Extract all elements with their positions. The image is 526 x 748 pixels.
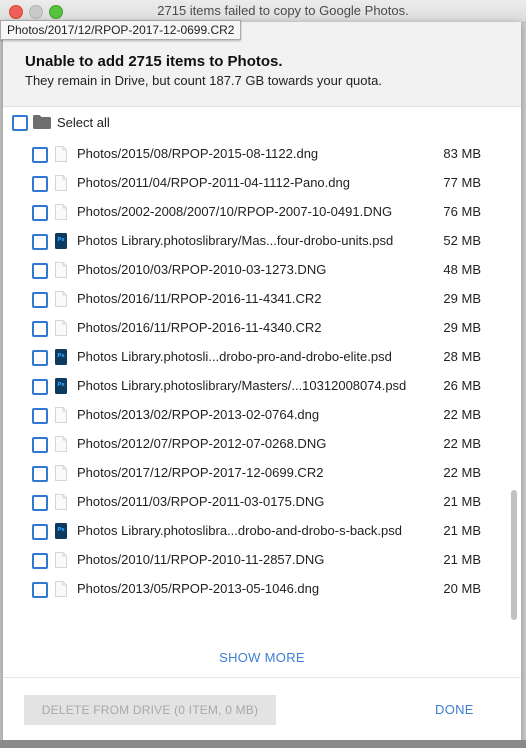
file-name: Photos/2012/07/RPOP-2012-07-0268.DNG bbox=[77, 436, 327, 451]
psd-icon: Ps bbox=[55, 233, 67, 249]
file-row[interactable]: Photos/2015/08/RPOP-2015-08-1122.dng 83 M… bbox=[3, 140, 503, 169]
failed-items-dialog: Unable to add 2715 items to Photos. They… bbox=[3, 22, 521, 746]
file-row[interactable]: Photos/2016/11/RPOP-2016-11-4340.CR2 29 M… bbox=[3, 314, 503, 343]
file-row[interactable]: Photos/2010/03/RPOP-2010-03-1273.DNG 48 M… bbox=[3, 256, 503, 285]
path-tooltip: Photos/2017/12/RPOP-2017-12-0699.CR2 bbox=[0, 20, 242, 40]
svg-text:Ps: Ps bbox=[57, 382, 65, 388]
file-checkbox[interactable] bbox=[32, 437, 48, 453]
file-name: Photos/2017/12/RPOP-2017-12-0699.CR2 bbox=[77, 465, 324, 480]
psd-icon: Ps bbox=[55, 349, 67, 365]
footer-divider bbox=[3, 677, 521, 678]
file-checkbox[interactable] bbox=[32, 234, 48, 250]
psd-icon: Ps bbox=[55, 523, 67, 539]
file-name: Photos/2016/11/RPOP-2016-11-4340.CR2 bbox=[77, 320, 322, 335]
file-row[interactable]: Ps Photos Library.photoslibrary/Masters/.… bbox=[3, 372, 503, 401]
file-name: Photos/2013/02/RPOP-2013-02-0764.dng bbox=[77, 407, 320, 422]
file-name: Photos/2013/05/RPOP-2013-05-1046.dng bbox=[77, 581, 320, 596]
file-icon bbox=[55, 175, 67, 191]
file-checkbox[interactable] bbox=[32, 350, 48, 366]
file-icon bbox=[55, 320, 67, 336]
file-size: 21 MB bbox=[443, 494, 481, 509]
select-all-label: Select all bbox=[57, 115, 110, 130]
file-size: 20 MB bbox=[443, 581, 481, 596]
file-icon bbox=[55, 291, 67, 307]
file-checkbox[interactable] bbox=[32, 263, 48, 279]
file-row[interactable]: Photos/2011/04/RPOP-2011-04-1112-Pano.dn… bbox=[3, 169, 503, 198]
file-icon bbox=[55, 407, 67, 423]
file-size: 29 MB bbox=[443, 291, 481, 306]
file-checkbox[interactable] bbox=[32, 147, 48, 163]
file-name: Photos/2010/11/RPOP-2010-11-2857.DNG bbox=[77, 552, 325, 567]
file-checkbox[interactable] bbox=[32, 524, 48, 540]
psd-icon: Ps bbox=[55, 378, 67, 394]
background-app-strip bbox=[0, 740, 526, 748]
file-row[interactable]: Photos/2013/05/RPOP-2013-05-1046.dng 20 M… bbox=[3, 575, 503, 604]
done-button[interactable]: DONE bbox=[435, 695, 474, 725]
file-icon bbox=[55, 262, 67, 278]
file-size: 21 MB bbox=[443, 523, 481, 538]
file-size: 22 MB bbox=[443, 407, 481, 422]
file-name: Photos/2016/11/RPOP-2016-11-4341.CR2 bbox=[77, 291, 322, 306]
scrollbar-thumb[interactable] bbox=[511, 490, 517, 620]
file-icon bbox=[55, 436, 67, 452]
file-name: Photos Library.photoslibrary/Masters/...… bbox=[77, 378, 407, 393]
file-checkbox[interactable] bbox=[32, 205, 48, 221]
folder-icon bbox=[33, 115, 51, 129]
file-row[interactable]: Photos/2013/02/RPOP-2013-02-0764.dng 22 M… bbox=[3, 401, 503, 430]
file-icon bbox=[55, 146, 67, 162]
file-checkbox[interactable] bbox=[32, 553, 48, 569]
file-name: Photos Library.photosli...drobo-pro-and-… bbox=[77, 349, 392, 364]
file-name: Photos Library.photoslibra...drobo-and-d… bbox=[77, 523, 402, 538]
file-name: Photos/2011/03/RPOP-2011-03-0175.DNG bbox=[77, 494, 325, 509]
file-name: Photos/2015/08/RPOP-2015-08-1122.dng bbox=[77, 146, 319, 161]
file-size: 77 MB bbox=[443, 175, 481, 190]
file-checkbox[interactable] bbox=[32, 408, 48, 424]
file-size: 76 MB bbox=[443, 204, 481, 219]
file-row[interactable]: Photos/2010/11/RPOP-2010-11-2857.DNG 21 M… bbox=[3, 546, 503, 575]
file-icon bbox=[55, 494, 67, 510]
file-size: 48 MB bbox=[443, 262, 481, 277]
dialog-subtitle: They remain in Drive, but count 187.7 GB… bbox=[25, 73, 382, 88]
file-size: 28 MB bbox=[443, 349, 481, 364]
delete-from-drive-button[interactable]: DELETE FROM DRIVE (0 ITEM, 0 MB) bbox=[24, 695, 276, 725]
file-checkbox[interactable] bbox=[32, 321, 48, 337]
file-name: Photos/2002-2008/2007/10/RPOP-2007-10-04… bbox=[77, 204, 393, 219]
file-checkbox[interactable] bbox=[32, 176, 48, 192]
file-icon bbox=[55, 552, 67, 568]
file-name: Photos/2011/04/RPOP-2011-04-1112-Pano.dn… bbox=[77, 175, 350, 190]
file-row[interactable]: Photos/2011/03/RPOP-2011-03-0175.DNG 21 M… bbox=[3, 488, 503, 517]
file-size: 83 MB bbox=[443, 146, 481, 161]
dialog-title: Unable to add 2715 items to Photos. bbox=[25, 53, 283, 70]
file-size: 22 MB bbox=[443, 436, 481, 451]
file-name: Photos/2010/03/RPOP-2010-03-1273.DNG bbox=[77, 262, 327, 277]
file-row[interactable]: Photos/2016/11/RPOP-2016-11-4341.CR2 29 M… bbox=[3, 285, 503, 314]
file-size: 22 MB bbox=[443, 465, 481, 480]
svg-text:Ps: Ps bbox=[57, 237, 65, 243]
file-row[interactable]: Photos/2017/12/RPOP-2017-12-0699.CR2 22 M… bbox=[3, 459, 503, 488]
file-row[interactable]: Ps Photos Library.photoslibrary/Mas...fou… bbox=[3, 227, 503, 256]
file-size: 26 MB bbox=[443, 378, 481, 393]
file-name: Photos Library.photoslibrary/Mas...four-… bbox=[77, 233, 394, 248]
show-more-button[interactable]: SHOW MORE bbox=[3, 650, 521, 665]
window-title: 2715 items failed to copy to Google Phot… bbox=[157, 3, 409, 18]
select-all-checkbox[interactable] bbox=[12, 115, 28, 131]
file-row[interactable]: Ps Photos Library.photoslibra...drobo-and… bbox=[3, 517, 503, 546]
file-checkbox[interactable] bbox=[32, 582, 48, 598]
file-icon bbox=[55, 581, 67, 597]
file-checkbox[interactable] bbox=[32, 466, 48, 482]
file-size: 52 MB bbox=[443, 233, 481, 248]
file-checkbox[interactable] bbox=[32, 495, 48, 511]
file-row[interactable]: Photos/2002-2008/2007/10/RPOP-2007-10-04… bbox=[3, 198, 503, 227]
file-checkbox[interactable] bbox=[32, 292, 48, 308]
file-size: 29 MB bbox=[443, 320, 481, 335]
file-row[interactable]: Ps Photos Library.photosli...drobo-pro-an… bbox=[3, 343, 503, 372]
svg-text:Ps: Ps bbox=[57, 527, 65, 533]
file-row[interactable]: Photos/2012/07/RPOP-2012-07-0268.DNG 22 M… bbox=[3, 430, 503, 459]
file-icon bbox=[55, 204, 67, 220]
file-checkbox[interactable] bbox=[32, 379, 48, 395]
file-icon bbox=[55, 465, 67, 481]
svg-text:Ps: Ps bbox=[57, 353, 65, 359]
file-size: 21 MB bbox=[443, 552, 481, 567]
